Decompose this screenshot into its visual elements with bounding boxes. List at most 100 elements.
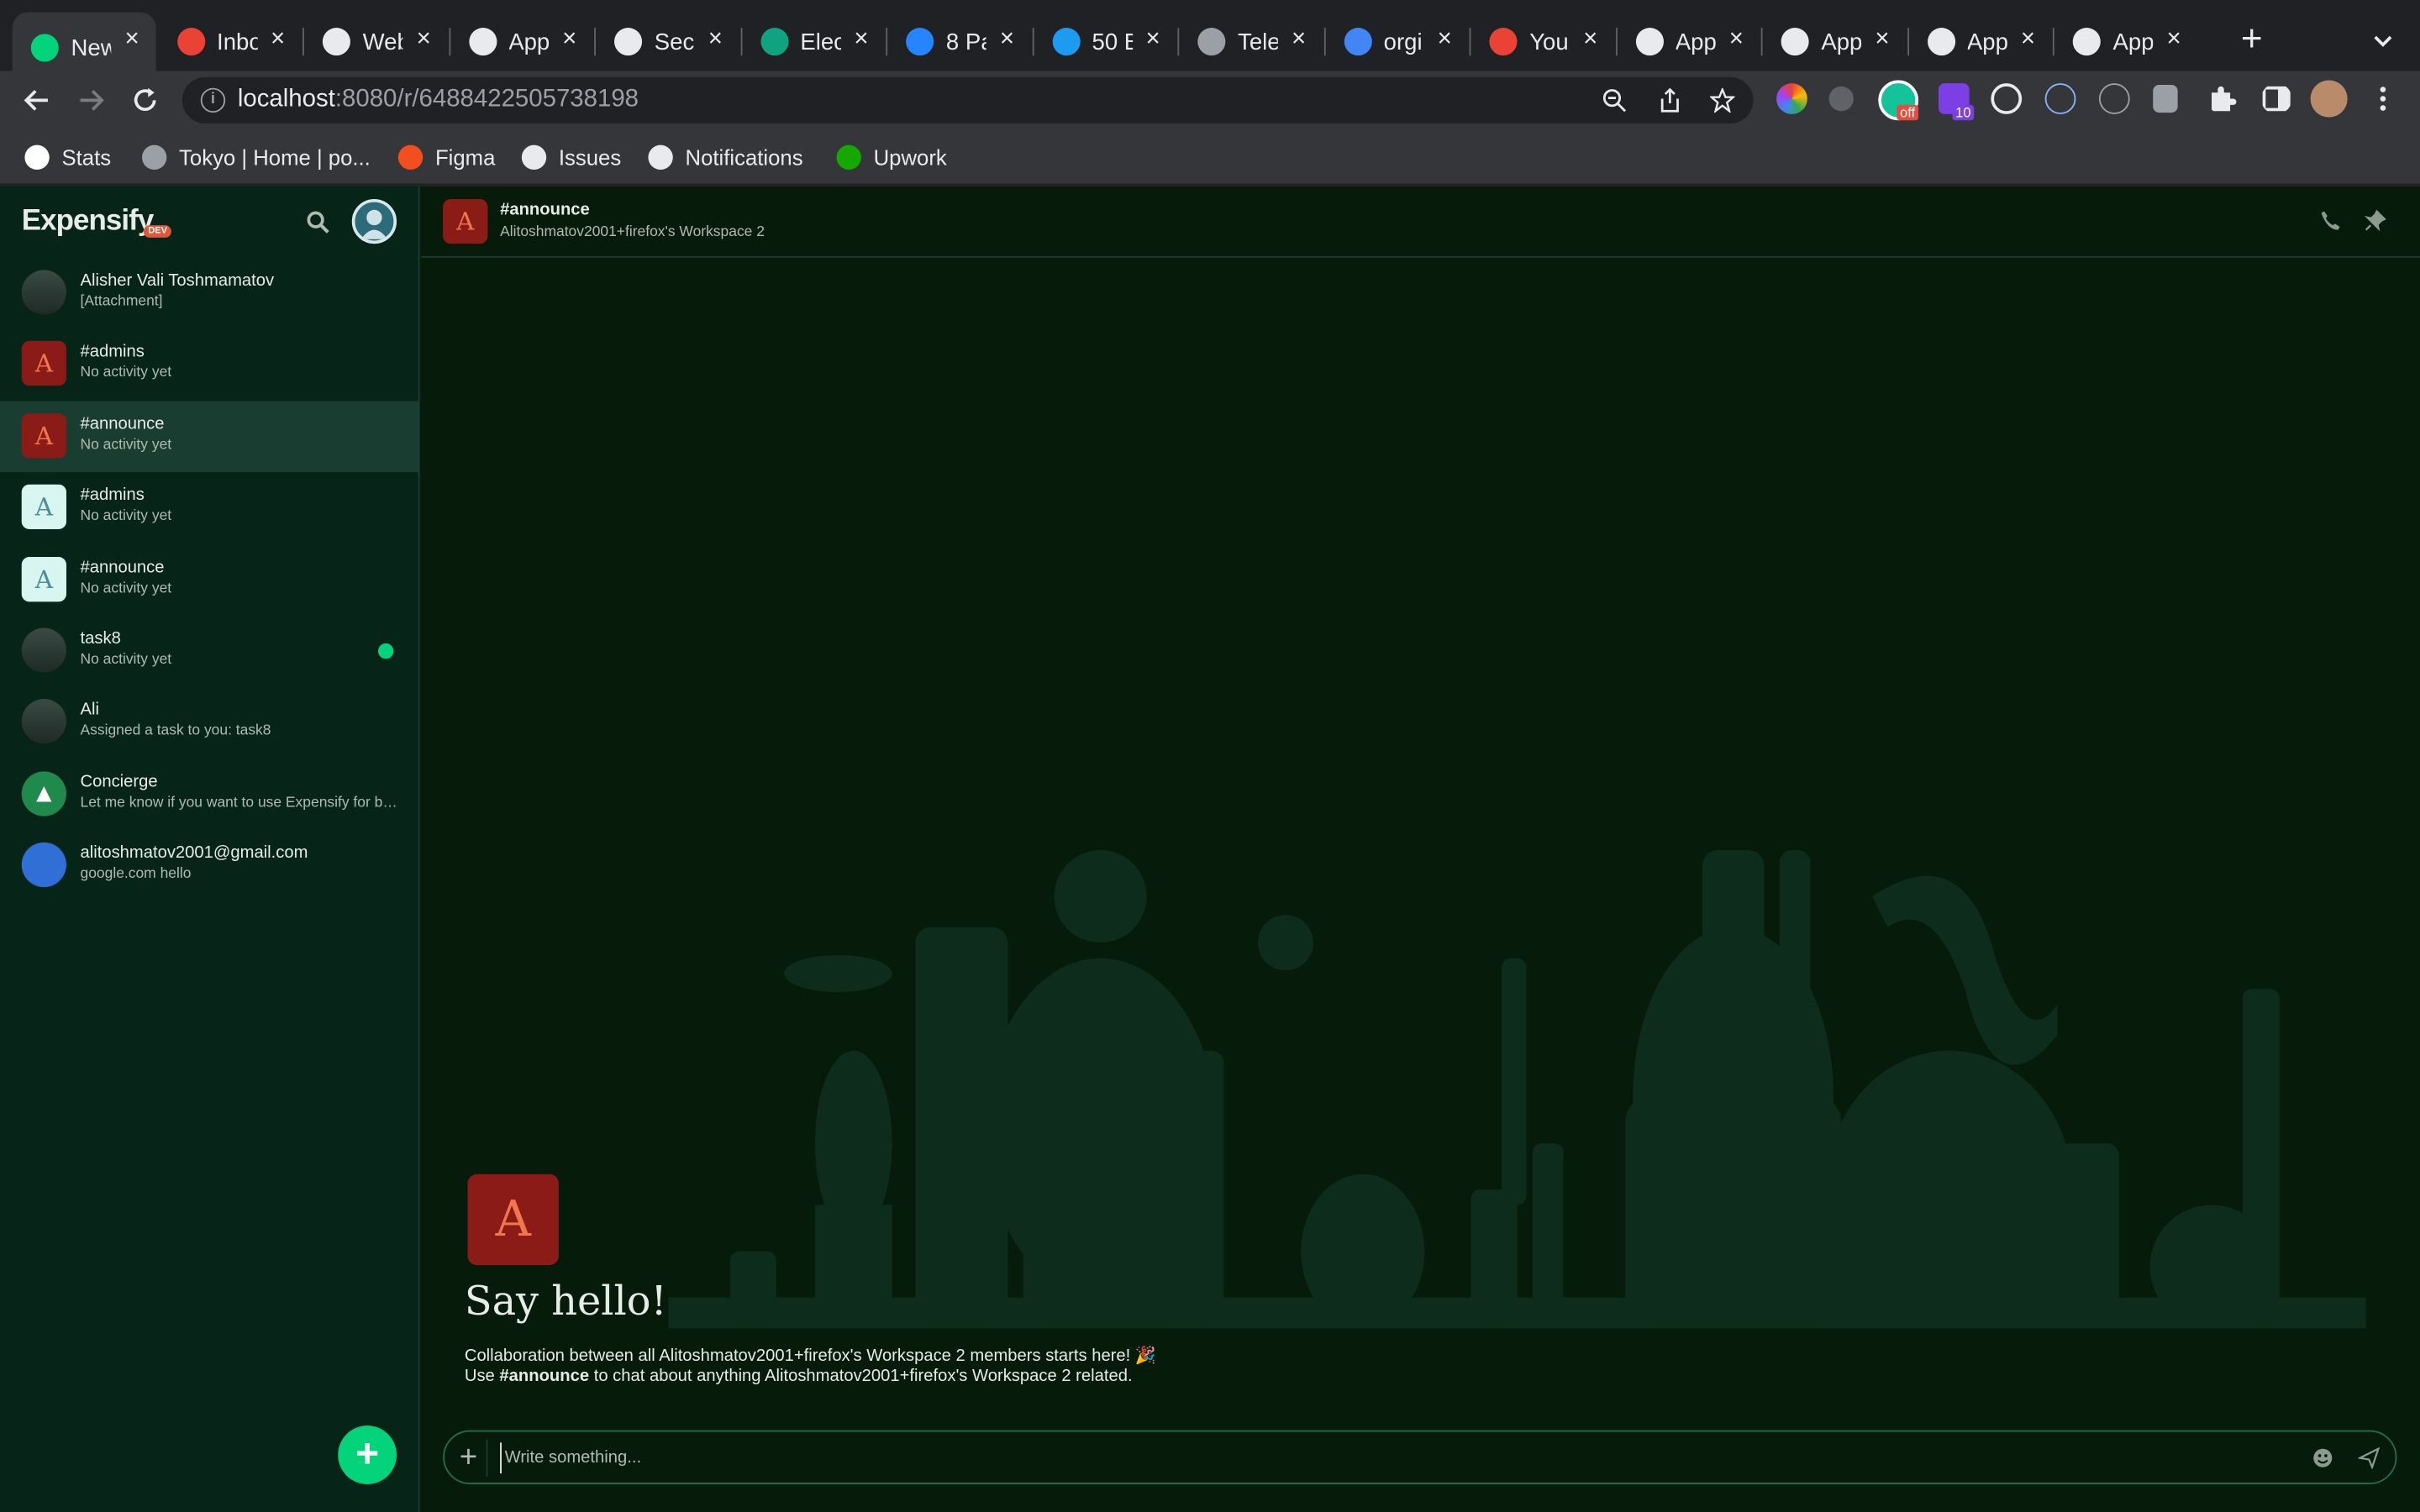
channel-mention: #announce [499,1367,590,1386]
chat-list-item[interactable]: alitoshmatov2001@gmail.com google.com hel… [0,831,420,901]
close-tab-icon[interactable]: × [1723,26,1750,54]
close-tab-icon[interactable]: × [1431,26,1459,54]
share-icon[interactable] [1658,87,1682,113]
new-chat-button[interactable]: + [338,1425,397,1484]
close-tab-icon[interactable]: × [2014,26,2042,54]
chat-avatar [21,699,66,745]
close-tab-icon[interactable]: × [410,26,438,54]
chat-list-item[interactable]: ▲ Concierge Let me know if you want to use… [0,759,420,829]
close-tab-icon[interactable]: × [702,26,729,54]
chat-list-item[interactable]: A #admins No activity yet [0,472,420,543]
browser-tab[interactable]: Elec × [742,13,885,71]
chat-list-item[interactable]: A #announce No activity yet [0,401,420,472]
close-tab-icon[interactable]: × [118,26,146,54]
chat-name: #admins [80,486,145,505]
tab-separator [1760,28,1763,56]
chat-avatar [21,843,66,888]
zoom-out-icon[interactable] [1602,88,1627,113]
bookmark-item[interactable]: Stats [24,142,111,173]
chat-preview: No activity yet [80,651,172,669]
tab-title: 50 B [1092,28,1132,55]
color-extension-icon[interactable] [1776,83,1807,114]
close-tab-icon[interactable]: × [1576,26,1604,54]
tab-separator [2052,28,2054,56]
pin-icon[interactable] [2364,209,2386,232]
side-panel-icon[interactable] [2261,83,2292,114]
browser-tab[interactable]: App × [450,13,592,71]
expensify-icon [30,34,59,62]
chat-list-item[interactable]: A #announce No activity yet [0,544,420,615]
tab-search-icon[interactable] [2368,24,2399,55]
send-icon[interactable] [2358,1446,2381,1469]
back-icon[interactable] [22,85,53,116]
browser-tab[interactable]: App × [1617,13,1760,71]
close-tab-icon[interactable]: × [993,26,1021,54]
chat-list-item[interactable]: task8 No activity yet [0,616,420,686]
github-icon [2072,28,2101,56]
browser-tab[interactable]: 8 Pa × [887,13,1030,71]
report-subtitle[interactable]: Alitoshmatov2001+firefox's Workspace 2 [500,223,765,240]
bookmark-star-icon[interactable] [1710,87,1735,113]
bookmark-item[interactable]: Notifications [648,142,803,173]
sidebar: Expensify DEV Alisher Vali Toshmamatov [A… [0,186,420,1512]
bookmark-item[interactable]: Issues [521,142,621,173]
browser-tab[interactable]: Tele × [1179,13,1322,71]
close-tab-icon[interactable]: × [1868,26,1896,54]
close-tab-icon[interactable]: × [2160,26,2188,54]
url-text[interactable]: localhost:8080/r/6488422505738198 [238,87,639,114]
profile-avatar[interactable] [2310,80,2348,118]
emoji-icon[interactable] [2312,1447,2333,1469]
browser-tab[interactable]: App × [2054,13,2197,71]
site-info-icon[interactable]: i [200,87,226,113]
browser-tab[interactable]: Secr × [596,13,739,71]
user-avatar[interactable] [351,198,397,244]
extension-icon[interactable] [1991,83,2023,114]
chat-list-item[interactable]: Ali Assigned a task to you: task8 [0,687,420,758]
extensions-puzzle-icon[interactable] [2207,83,2238,114]
shield-icon[interactable] [2153,85,2178,113]
tab-separator [448,28,450,56]
bookmark-item[interactable]: Figma [397,142,495,173]
browser-toolbar: i localhost:8080/r/6488422505738198 off … [0,71,2420,130]
bookmark-label: Tokyo | Home | po... [179,144,371,171]
browser-tab[interactable]: App × [1908,13,2051,71]
add-attachment-button[interactable]: + [450,1439,488,1477]
more-menu-icon[interactable] [2368,83,2399,114]
close-tab-icon[interactable]: × [1285,26,1313,54]
reload-icon[interactable] [129,85,160,116]
chat-list-item[interactable]: A #admins No activity yet [0,329,420,400]
report-avatar[interactable]: A [443,198,488,244]
report-title[interactable]: #announce [500,201,590,219]
chat-list-item[interactable]: Alisher Vali Toshmamatov [Attachment] [0,258,420,328]
browser-tab[interactable]: Your× [1470,13,1613,71]
extension-icon[interactable] [2098,83,2130,114]
extension-icon[interactable] [1828,86,1854,112]
tab-title: 8 Pa [945,28,986,55]
extension-badge-off: off [1897,104,1918,121]
extension-icon[interactable] [2044,83,2076,114]
search-icon[interactable] [306,210,330,234]
close-tab-icon[interactable]: × [555,26,583,54]
chat-name: #announce [80,558,165,577]
bookmark-item[interactable]: Upwork [836,142,947,173]
browser-tab[interactable]: Inbo × [158,13,301,71]
browser-tab[interactable]: Web × [304,13,447,71]
new-tab-button[interactable]: + [2233,21,2270,59]
google-icon [1343,28,1371,56]
phone-icon[interactable] [2320,210,2342,232]
tab-title: New [71,34,111,61]
browser-tab[interactable]: 50 B × [1034,13,1176,71]
tab-separator [302,28,304,56]
close-tab-icon[interactable]: × [847,26,875,54]
forward-icon[interactable] [76,85,107,116]
close-tab-icon[interactable]: × [1139,26,1167,54]
bookmark-item[interactable]: Tokyo | Home | po... [141,142,371,173]
github-icon [322,28,350,56]
address-bar[interactable]: i localhost:8080/r/6488422505738198 [182,76,1754,123]
browser-tab[interactable]: App × [1763,13,1906,71]
message-input[interactable] [500,1442,2275,1474]
chat-avatar: A [21,485,66,530]
close-tab-icon[interactable]: × [264,26,292,54]
browser-tab[interactable]: orgi × [1325,13,1468,71]
chat-name: Alisher Vali Toshmamatov [80,271,275,291]
